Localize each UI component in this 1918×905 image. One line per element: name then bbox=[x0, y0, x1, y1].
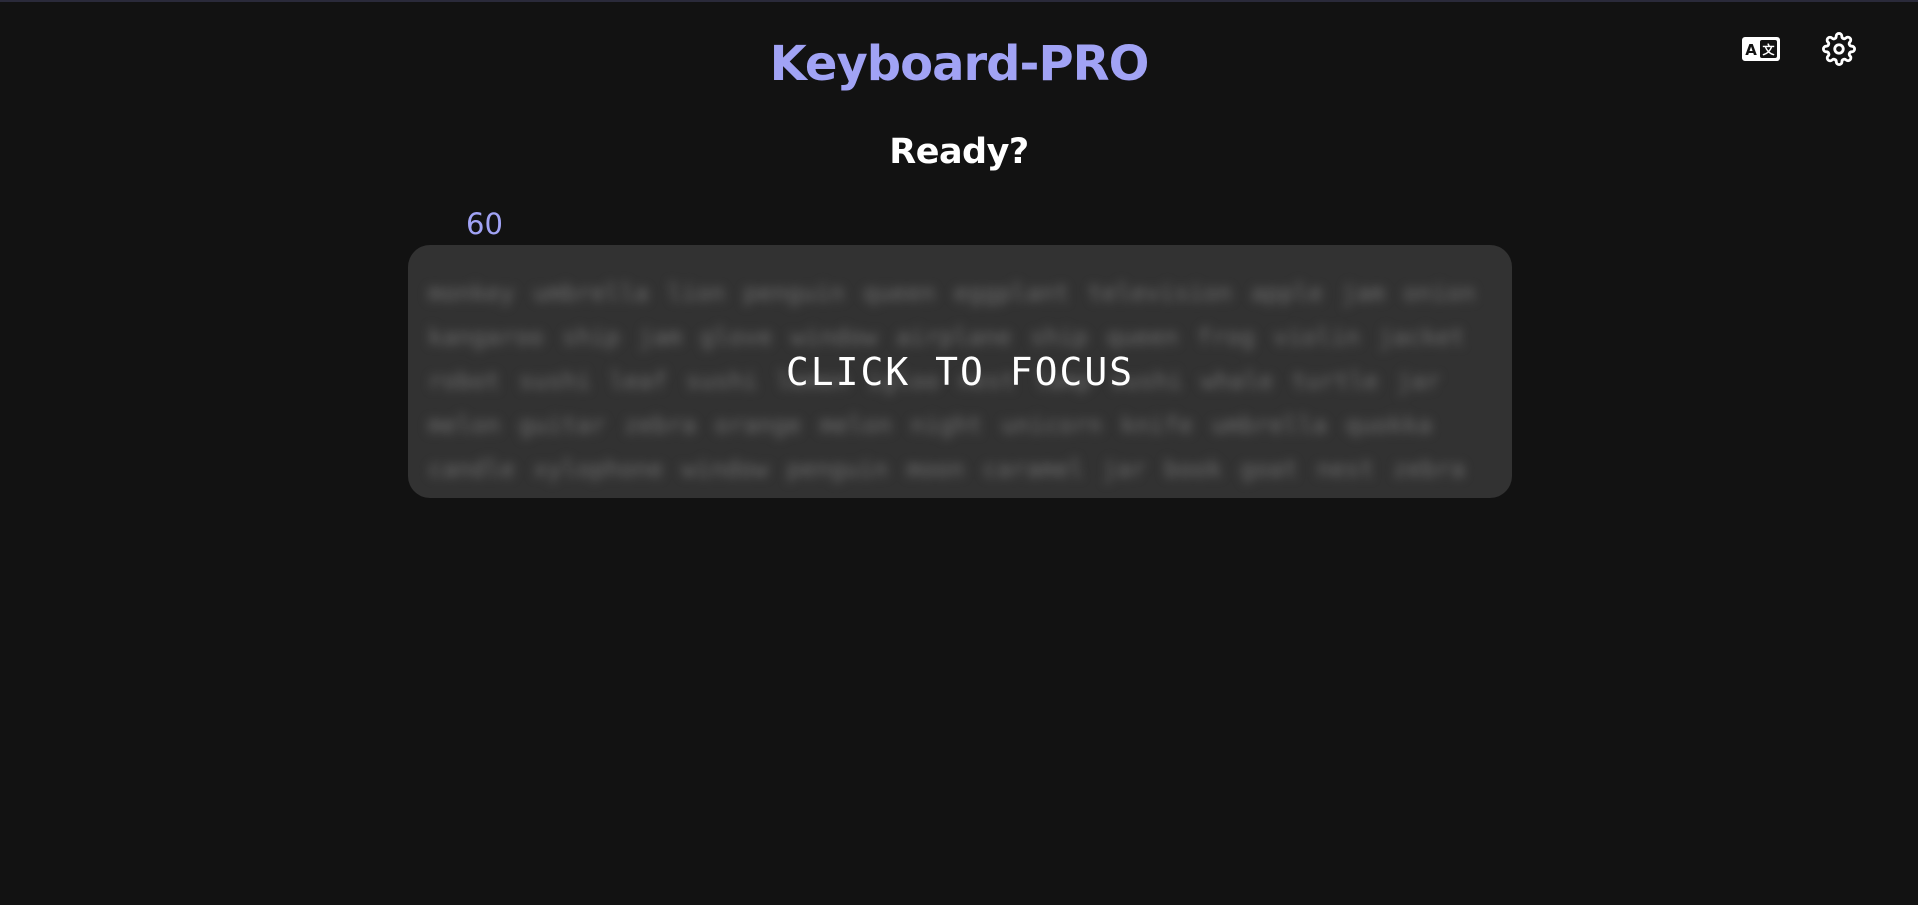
click-to-focus-label[interactable]: CLICK TO FOCUS bbox=[408, 245, 1512, 498]
status-text: Ready? bbox=[889, 132, 1029, 172]
window-top-border bbox=[0, 0, 1918, 2]
timer-countdown: 60 bbox=[466, 207, 503, 241]
app-title: Keyboard-PRO bbox=[769, 36, 1150, 92]
typing-area[interactable]: monkey umbrella lion penguin queen eggpl… bbox=[408, 245, 1512, 498]
